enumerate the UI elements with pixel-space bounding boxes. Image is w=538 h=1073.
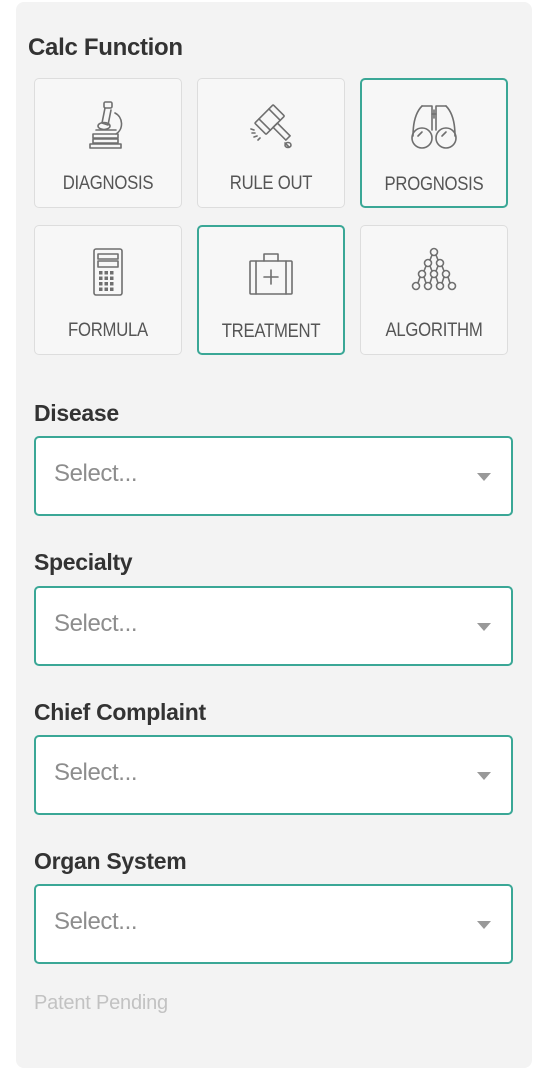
disease-select[interactable]: Select... (34, 436, 513, 516)
chief-complaint-select-placeholder: Select... (54, 759, 138, 786)
specialty-label: Specialty (34, 549, 133, 575)
function-tile-label: RULE OUT (229, 173, 313, 194)
specialty-select[interactable]: Select... (34, 586, 513, 666)
function-tile-label: TREATMENT (221, 321, 321, 342)
chevron-down-icon (477, 772, 491, 780)
function-tile-label: DIAGNOSIS (62, 173, 154, 194)
patent-pending-note: Patent Pending (34, 992, 168, 1014)
function-tile-label: FORMULA (68, 320, 148, 341)
function-tile-label: PROGNOSIS (384, 174, 484, 195)
calculator-icon (82, 246, 134, 298)
tree-network-icon (408, 246, 460, 298)
organ-system-label: Organ System (34, 848, 187, 874)
function-tile-label: ALGORITHM (385, 320, 483, 341)
calc-function-heading: Calc Function (28, 34, 183, 61)
gavel-icon (245, 99, 297, 151)
binoculars-icon (408, 100, 460, 152)
function-tile-treatment[interactable]: TREATMENT (197, 225, 345, 355)
chief-complaint-label: Chief Complaint (34, 699, 206, 725)
chevron-down-icon (477, 623, 491, 631)
specialty-select-placeholder: Select... (54, 610, 138, 637)
chevron-down-icon (477, 473, 491, 481)
function-tile-prognosis[interactable]: PROGNOSIS (360, 78, 508, 208)
function-tile-rule-out[interactable]: RULE OUT (197, 78, 345, 208)
disease-label: Disease (34, 400, 119, 426)
function-tile-formula[interactable]: FORMULA (34, 225, 182, 355)
chief-complaint-select[interactable]: Select... (34, 735, 513, 815)
function-tile-algorithm[interactable]: ALGORITHM (360, 225, 508, 355)
organ-system-select[interactable]: Select... (34, 884, 513, 964)
chevron-down-icon (477, 921, 491, 929)
organ-system-select-placeholder: Select... (54, 908, 138, 935)
function-tile-diagnosis[interactable]: DIAGNOSIS (34, 78, 182, 208)
medical-kit-icon (245, 247, 297, 299)
disease-select-placeholder: Select... (54, 460, 138, 487)
microscope-icon (82, 99, 134, 151)
